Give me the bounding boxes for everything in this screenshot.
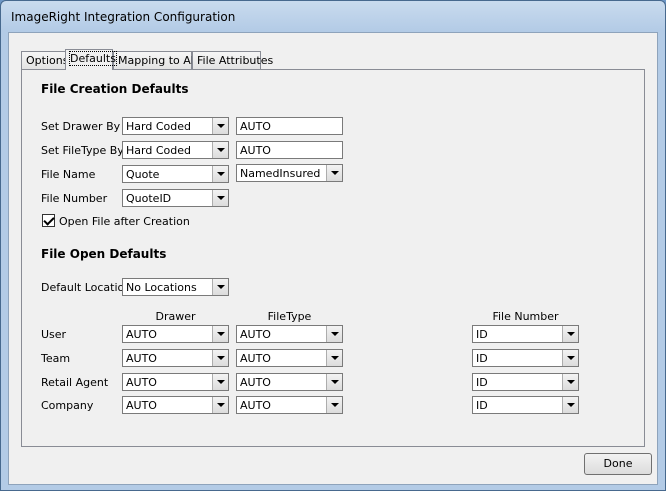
team-drawer-select[interactable]: AUTO (122, 349, 229, 367)
tab-label: Defaults (69, 51, 117, 66)
company-file-number-value: ID (476, 399, 488, 412)
filetype-value-input[interactable]: AUTO (236, 141, 343, 159)
file-name-label: File Name (41, 168, 96, 181)
retail-agent-drawer-value: AUTO (126, 376, 157, 389)
file-name-field-value: NamedInsured (240, 167, 321, 180)
default-location-select[interactable]: No Locations (122, 278, 229, 296)
retail-agent-drawer-select[interactable]: AUTO (122, 373, 229, 391)
retail-agent-file-number-select[interactable]: ID (472, 373, 579, 391)
set-drawer-by-select[interactable]: Hard Coded (122, 117, 229, 135)
retail-agent-file-number-value: ID (476, 376, 488, 389)
user-row-label: User (41, 328, 67, 341)
team-row-label: Team (41, 352, 71, 365)
tab-label: File Attributes (197, 54, 274, 67)
retail-agent-row-label: Retail Agent (41, 376, 109, 389)
dropdown-arrow-icon[interactable] (212, 142, 228, 158)
drawer-value-input[interactable]: AUTO (236, 117, 343, 135)
dropdown-arrow-icon[interactable] (212, 166, 228, 182)
file-open-defaults-heading: File Open Defaults (41, 247, 167, 261)
open-after-creation-label: Open File after Creation (59, 215, 190, 228)
company-row-label: Company (41, 399, 94, 412)
user-drawer-value: AUTO (126, 328, 157, 341)
retail-agent-filetype-select[interactable]: AUTO (236, 373, 343, 391)
user-file-number-select[interactable]: ID (472, 325, 579, 343)
default-location-label: Default Location (41, 281, 132, 294)
dropdown-arrow-icon[interactable] (562, 374, 578, 390)
set-drawer-by-value: Hard Coded (126, 120, 191, 133)
file-number-column-header: File Number (492, 310, 559, 323)
tab-defaults[interactable]: Defaults (65, 49, 117, 70)
filetype-column-header: FileType (267, 310, 312, 323)
company-drawer-select[interactable]: AUTO (122, 396, 229, 414)
file-number-select[interactable]: QuoteID (122, 189, 229, 207)
dropdown-arrow-icon[interactable] (212, 279, 228, 295)
company-filetype-select[interactable]: AUTO (236, 396, 343, 414)
company-drawer-value: AUTO (126, 399, 157, 412)
dropdown-arrow-icon[interactable] (562, 326, 578, 342)
dropdown-arrow-icon[interactable] (326, 397, 342, 413)
file-name-select[interactable]: Quote (122, 165, 229, 183)
dropdown-arrow-icon[interactable] (212, 397, 228, 413)
dropdown-arrow-icon[interactable] (212, 118, 228, 134)
file-creation-defaults-heading: File Creation Defaults (41, 82, 189, 96)
file-name-value: Quote (126, 168, 160, 181)
team-filetype-value: AUTO (240, 352, 271, 365)
filetype-value-text: AUTO (240, 144, 271, 157)
company-file-number-select[interactable]: ID (472, 396, 579, 414)
dropdown-arrow-icon[interactable] (212, 326, 228, 342)
team-file-number-select[interactable]: ID (472, 349, 579, 367)
user-drawer-select[interactable]: AUTO (122, 325, 229, 343)
dialog-client-area: Options Defaults Mapping to AIM File Att… (8, 32, 658, 485)
user-filetype-select[interactable]: AUTO (236, 325, 343, 343)
tab-mapping-to-aim[interactable]: Mapping to AIM (113, 51, 204, 69)
tab-label: Options (26, 54, 69, 67)
window-title: ImageRight Integration Configuration (11, 10, 236, 24)
dropdown-arrow-icon[interactable] (326, 350, 342, 366)
defaults-panel: File Creation Defaults Set Drawer By Har… (21, 69, 645, 447)
drawer-column-header: Drawer (155, 310, 196, 323)
user-filetype-value: AUTO (240, 328, 271, 341)
drawer-value-text: AUTO (240, 120, 271, 133)
tab-label: Mapping to AIM (118, 54, 204, 67)
user-file-number-value: ID (476, 328, 488, 341)
file-number-value: QuoteID (126, 192, 172, 205)
file-name-field-select[interactable]: NamedInsured (236, 164, 343, 182)
tab-options[interactable]: Options (21, 51, 69, 69)
company-filetype-value: AUTO (240, 399, 271, 412)
tab-file-attributes[interactable]: File Attributes (192, 51, 273, 69)
set-filetype-by-label: Set FileType By (41, 144, 124, 157)
title-bar[interactable]: ImageRight Integration Configuration (1, 1, 665, 33)
dropdown-arrow-icon[interactable] (562, 397, 578, 413)
set-filetype-by-select[interactable]: Hard Coded (122, 141, 229, 159)
default-location-value: No Locations (126, 281, 197, 294)
set-drawer-by-label: Set Drawer By (41, 120, 121, 133)
team-drawer-value: AUTO (126, 352, 157, 365)
team-filetype-select[interactable]: AUTO (236, 349, 343, 367)
file-number-label: File Number (41, 192, 108, 205)
dropdown-arrow-icon[interactable] (326, 374, 342, 390)
set-filetype-by-value: Hard Coded (126, 144, 191, 157)
dropdown-arrow-icon[interactable] (212, 350, 228, 366)
team-file-number-value: ID (476, 352, 488, 365)
dropdown-arrow-icon[interactable] (212, 190, 228, 206)
retail-agent-filetype-value: AUTO (240, 376, 271, 389)
dropdown-arrow-icon[interactable] (212, 374, 228, 390)
config-window: ImageRight Integration Configuration Opt… (0, 0, 666, 491)
dropdown-arrow-icon[interactable] (562, 350, 578, 366)
done-button[interactable]: Done (584, 453, 652, 475)
dropdown-arrow-icon[interactable] (326, 326, 342, 342)
open-after-creation-checkbox[interactable] (42, 214, 55, 227)
dropdown-arrow-icon[interactable] (326, 165, 342, 181)
